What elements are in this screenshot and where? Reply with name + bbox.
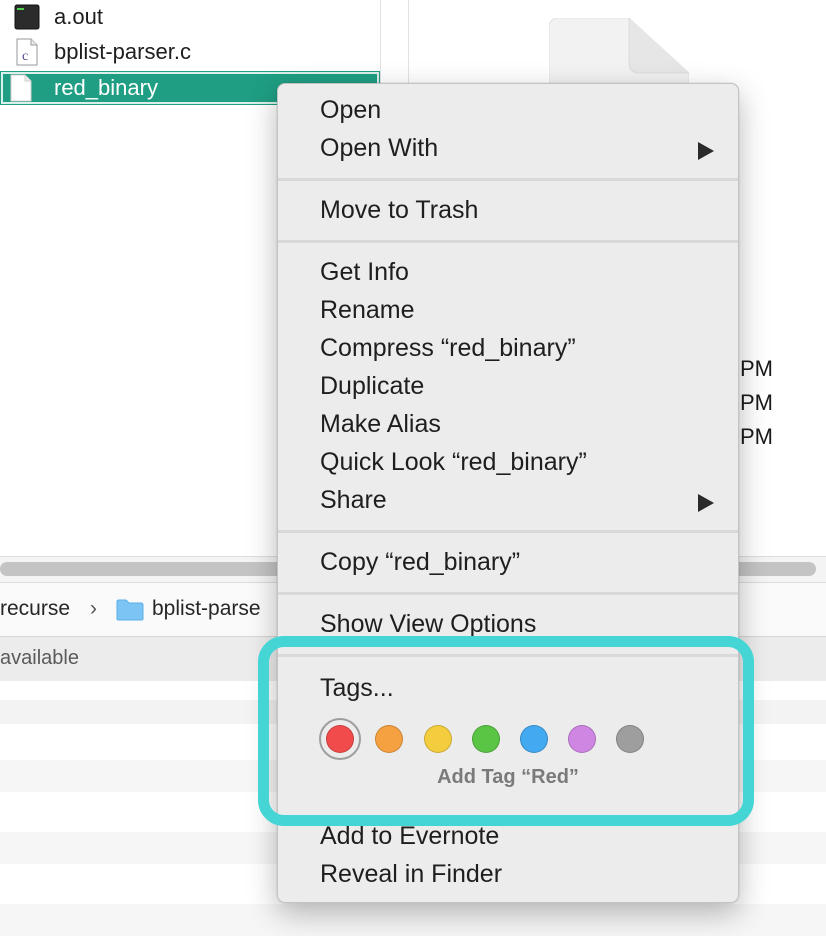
menu-separator <box>278 240 738 243</box>
menu-item-label: Copy “red_binary” <box>320 548 521 576</box>
submenu-arrow-icon <box>698 494 714 512</box>
menu-item-move-to-trash[interactable]: Move to Trash <box>278 191 738 229</box>
menu-item-make-alias[interactable]: Make Alias <box>278 405 738 443</box>
menu-separator <box>278 530 738 533</box>
menu-item-share[interactable]: Share <box>278 481 738 519</box>
file-row-a-out[interactable]: a.out <box>0 0 380 34</box>
menu-item-label: Open With <box>320 134 439 162</box>
menu-item-label: Make Alias <box>320 410 441 438</box>
date-modified: PM <box>740 390 773 415</box>
blank-document-icon <box>8 74 34 102</box>
c-source-file-icon: c <box>14 38 40 66</box>
menu-item-label: Duplicate <box>320 372 425 400</box>
menu-item-label: Move to Trash <box>320 196 479 224</box>
menu-item-quick-look[interactable]: Quick Look “red_binary” <box>278 443 738 481</box>
menu-item-label: Quick Look “red_binary” <box>320 448 587 476</box>
file-row-bplist-parser-c[interactable]: c bplist-parser.c <box>0 35 380 69</box>
menu-item-duplicate[interactable]: Duplicate <box>278 367 738 405</box>
menu-item-rename[interactable]: Rename <box>278 291 738 329</box>
svg-text:c: c <box>22 49 28 64</box>
path-segment-bplist-parser[interactable]: bplist-parse <box>152 597 261 621</box>
menu-item-label: Rename <box>320 296 415 324</box>
status-text: available <box>0 647 79 669</box>
submenu-arrow-icon <box>698 142 714 160</box>
menu-item-label: Compress “red_binary” <box>320 334 576 362</box>
tags-highlight-box <box>258 636 754 826</box>
path-segment-recurse[interactable]: recurse <box>0 597 70 621</box>
date-modified: PM <box>740 424 773 449</box>
terminal-exec-icon <box>14 3 40 31</box>
menu-item-label: Share <box>320 486 387 514</box>
background-band <box>0 904 826 936</box>
menu-item-open-with[interactable]: Open With <box>278 129 738 167</box>
menu-item-label: Open <box>320 96 382 124</box>
menu-separator <box>278 178 738 181</box>
menu-separator <box>278 592 738 595</box>
folder-icon <box>116 599 144 621</box>
menu-item-open[interactable]: Open <box>278 91 738 129</box>
file-name: a.out <box>54 4 103 29</box>
menu-item-copy[interactable]: Copy “red_binary” <box>278 543 738 581</box>
path-separator: › <box>90 597 97 620</box>
file-name: red_binary <box>54 75 158 100</box>
menu-item-reveal-in-finder[interactable]: Reveal in Finder <box>278 855 738 893</box>
menu-item-label: Get Info <box>320 258 409 286</box>
file-name: bplist-parser.c <box>54 39 191 64</box>
menu-item-compress[interactable]: Compress “red_binary” <box>278 329 738 367</box>
menu-item-get-info[interactable]: Get Info <box>278 253 738 291</box>
date-modified: PM <box>740 356 773 381</box>
menu-item-label: Reveal in Finder <box>320 860 503 888</box>
